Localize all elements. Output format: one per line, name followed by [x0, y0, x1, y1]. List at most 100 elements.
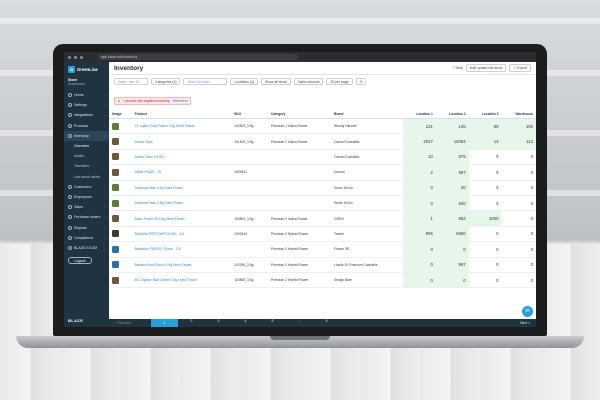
- location-2-qty[interactable]: 0: [435, 241, 469, 258]
- location-3-qty[interactable]: 13: [468, 133, 502, 150]
- sidebar-item-sales[interactable]: Sales ›: [64, 202, 109, 212]
- warehouse-qty[interactable]: 0: [501, 210, 536, 227]
- product-thumbnail[interactable]: [112, 138, 119, 146]
- locations-filter[interactable]: Locations (4): [230, 78, 259, 85]
- product-thumbnail[interactable]: [112, 199, 119, 207]
- location-2-qty[interactable]: 940: [435, 195, 469, 212]
- location-3-qty[interactable]: 0: [468, 195, 502, 212]
- table-row[interactable]: BANANA PRETZAPP KUSH - 3.5 1000344 Premium…: [109, 226, 536, 243]
- location-1-qty[interactable]: 121: [403, 118, 436, 135]
- location-3-qty[interactable]: 99: [468, 118, 502, 135]
- column-header-category[interactable]: Category: [268, 110, 332, 119]
- location-3-qty[interactable]: 0: [468, 272, 502, 289]
- sidebar-item-compliance[interactable]: Compliance ›: [64, 233, 109, 243]
- column-header-product[interactable]: Product: [131, 110, 232, 119]
- product-thumbnail[interactable]: [112, 230, 119, 238]
- location-1-qty[interactable]: 0: [403, 257, 436, 273]
- product-name-link[interactable]: Amnesia Haze 3.5g Dried Flower: [131, 180, 232, 196]
- location-2-qty[interactable]: 997: [435, 164, 469, 181]
- warehouse-qty[interactable]: 112: [501, 133, 536, 150]
- page-button[interactable]: 9: [313, 319, 340, 327]
- help-link[interactable]: ? Help: [453, 66, 463, 70]
- warehouse-qty[interactable]: 0: [501, 241, 536, 258]
- product-thumbnail[interactable]: [112, 261, 119, 269]
- product-name-link[interactable]: BC Organic Blue Dream 3.5g Dried Flower: [131, 272, 232, 289]
- product-name-link[interactable]: Ammo Haze: [131, 133, 232, 150]
- product-thumbnail[interactable]: [112, 122, 119, 130]
- table-row[interactable]: AMMO HAZE - 10 1000941 Carmel 2 997 0 0: [109, 164, 536, 181]
- product-thumbnail[interactable]: [112, 184, 119, 192]
- location-3-qty[interactable]: 0: [468, 180, 502, 196]
- location-1-qty[interactable]: 10: [403, 149, 436, 166]
- warehouse-qty[interactable]: 0: [501, 195, 536, 212]
- table-row[interactable]: BC Organic Blue Dream 3.5g Dried Flower 1…: [109, 272, 536, 289]
- location-2-qty[interactable]: 9950: [435, 226, 469, 243]
- sidebar-subitem-transfers[interactable]: Transfers: [64, 161, 109, 171]
- table-row[interactable]: Amnesia Haze 3.5g Dried Flower Home Kit I…: [109, 180, 536, 196]
- warehouse-qty[interactable]: 0: [501, 226, 536, 243]
- logo[interactable]: ✿ GreenLine: [64, 62, 109, 76]
- categories-filter[interactable]: Categories (1): [151, 78, 181, 85]
- sidebar-item-employees[interactable]: Employees ›: [64, 192, 109, 202]
- location-1-qty[interactable]: 2047: [403, 133, 436, 150]
- product-thumbnail[interactable]: [112, 245, 119, 253]
- per-page-select[interactable]: 20 per page: [326, 78, 353, 85]
- product-thumbnail[interactable]: [112, 215, 119, 223]
- product-thumbnail[interactable]: [112, 276, 119, 284]
- warehouse-qty[interactable]: 0: [501, 164, 536, 181]
- column-header-brand[interactable]: Brand: [331, 110, 404, 119]
- page-button[interactable]: 3: [205, 319, 232, 327]
- product-name-link[interactable]: AMMO HAZE - 10: [131, 164, 232, 181]
- page-button[interactable]: 4: [232, 319, 259, 327]
- page-button[interactable]: 5: [259, 319, 286, 327]
- previous-page-button[interactable]: < Previous: [115, 321, 151, 325]
- page-button[interactable]: 1: [151, 319, 178, 327]
- location-1-qty[interactable]: 0: [403, 241, 436, 258]
- location-3-qty[interactable]: 0: [468, 241, 502, 258]
- product-name-link[interactable]: 22 Jupiter Gold Fusion 3.5g Dried Flower: [131, 118, 232, 135]
- warehouse-qty[interactable]: 0: [501, 257, 536, 273]
- next-page-button[interactable]: Next >: [520, 321, 530, 325]
- product-thumbnail[interactable]: [112, 153, 119, 161]
- table-row[interactable]: Barbados PURPLE Punch - 3.5 Premium 2 Hyb…: [109, 241, 536, 258]
- location-2-qty[interactable]: 10094: [435, 133, 469, 150]
- location-2-qty[interactable]: 882: [435, 210, 469, 227]
- column-header-location-1[interactable]: Location 1: [403, 110, 436, 119]
- column-header-location-3[interactable]: Location 3: [468, 110, 502, 119]
- product-thumbnail[interactable]: [112, 168, 119, 176]
- location-3-qty[interactable]: 0: [468, 149, 502, 166]
- table-row[interactable]: Amnesia Haze 3.5g Dried Flower Home Kit I…: [109, 195, 536, 212]
- location-2-qty[interactable]: 975: [435, 149, 469, 166]
- sidebar-item-integrations[interactable]: Integrations ›: [64, 110, 109, 120]
- location-2-qty[interactable]: 997: [435, 257, 469, 273]
- sidebar-item-reports[interactable]: Reports ›: [64, 222, 109, 232]
- product-name-link[interactable]: BANANA PRETZAPP KUSH - 3.5: [131, 226, 232, 243]
- table-row[interactable]: Banana Kush Punch 3.5g Dried Flower 10229…: [109, 257, 536, 273]
- warehouse-qty[interactable]: 100: [501, 118, 536, 135]
- table-row[interactable]: Ammo Haze 3.5 BO Carmel Cannabis 10 975 0 0: [109, 149, 536, 166]
- sidebar-item-products[interactable]: Products ›: [64, 121, 109, 131]
- warehouse-qty[interactable]: 0: [501, 149, 536, 166]
- location-2-qty[interactable]: 145: [435, 118, 469, 135]
- column-header-location-2[interactable]: Location 2: [435, 110, 469, 119]
- sidebar-subitem-low-stock-alerts[interactable]: Low stock alerts: [64, 172, 109, 182]
- refresh-icon[interactable]: ⟳: [355, 78, 367, 85]
- location-1-qty[interactable]: 0: [403, 195, 436, 212]
- view-them-link[interactable]: View them: [173, 99, 188, 103]
- sidebar-item-blaze-ecom[interactable]: BLAZE ECOM ›: [64, 243, 109, 253]
- bulk-update-button[interactable]: Bulk update live stock: [465, 64, 507, 72]
- location-1-qty[interactable]: 1: [403, 210, 436, 227]
- stock-filter[interactable]: Show all stock: [261, 78, 291, 85]
- location-3-qty[interactable]: 1000: [468, 210, 502, 227]
- product-name-link[interactable]: Barbados PURPLE Punch - 3.5: [131, 241, 232, 258]
- export-button[interactable]: ⇩ Export: [509, 64, 531, 72]
- page-button[interactable]: 2: [178, 319, 205, 327]
- product-name-link[interactable]: Bacio Punch #9 3.5g Dried Flower: [131, 210, 232, 227]
- logout-button[interactable]: Logout: [68, 257, 92, 264]
- brand-select[interactable]: Select a brand: [183, 78, 228, 85]
- warehouse-qty[interactable]: 0: [501, 272, 536, 289]
- window-dot-icon[interactable]: [80, 55, 83, 59]
- warehouse-qty[interactable]: 0: [501, 180, 536, 196]
- location-1-qty[interactable]: 2: [403, 164, 436, 181]
- product-name-link[interactable]: Amnesia Haze 3.5g Dried Flower: [131, 195, 232, 212]
